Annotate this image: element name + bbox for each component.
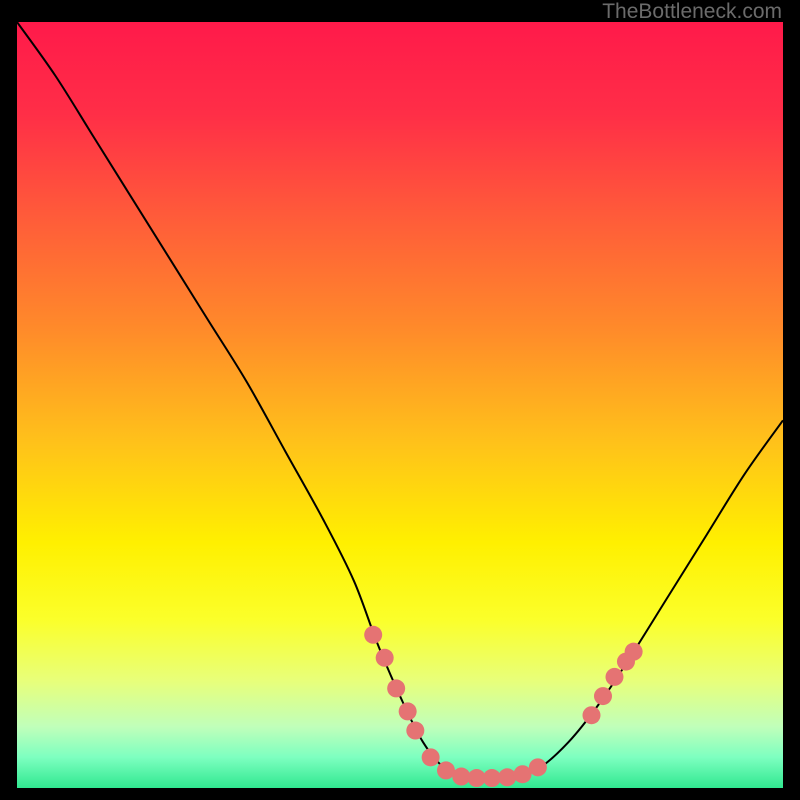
bottleneck-chart [17, 22, 783, 788]
data-marker [498, 768, 516, 786]
data-marker [387, 679, 405, 697]
data-marker [364, 626, 382, 644]
data-marker [437, 761, 455, 779]
data-marker [529, 758, 547, 776]
data-marker [376, 649, 394, 667]
data-marker [406, 722, 424, 740]
data-marker [605, 668, 623, 686]
data-marker [583, 706, 601, 724]
data-marker [483, 769, 501, 787]
data-marker [594, 687, 612, 705]
gradient-background [17, 22, 783, 788]
data-marker [399, 702, 417, 720]
data-marker [625, 643, 643, 661]
watermark-text: TheBottleneck.com [602, 0, 782, 24]
data-marker [422, 748, 440, 766]
chart-frame [17, 22, 783, 788]
data-marker [468, 769, 486, 787]
data-marker [452, 768, 470, 786]
data-marker [514, 765, 532, 783]
